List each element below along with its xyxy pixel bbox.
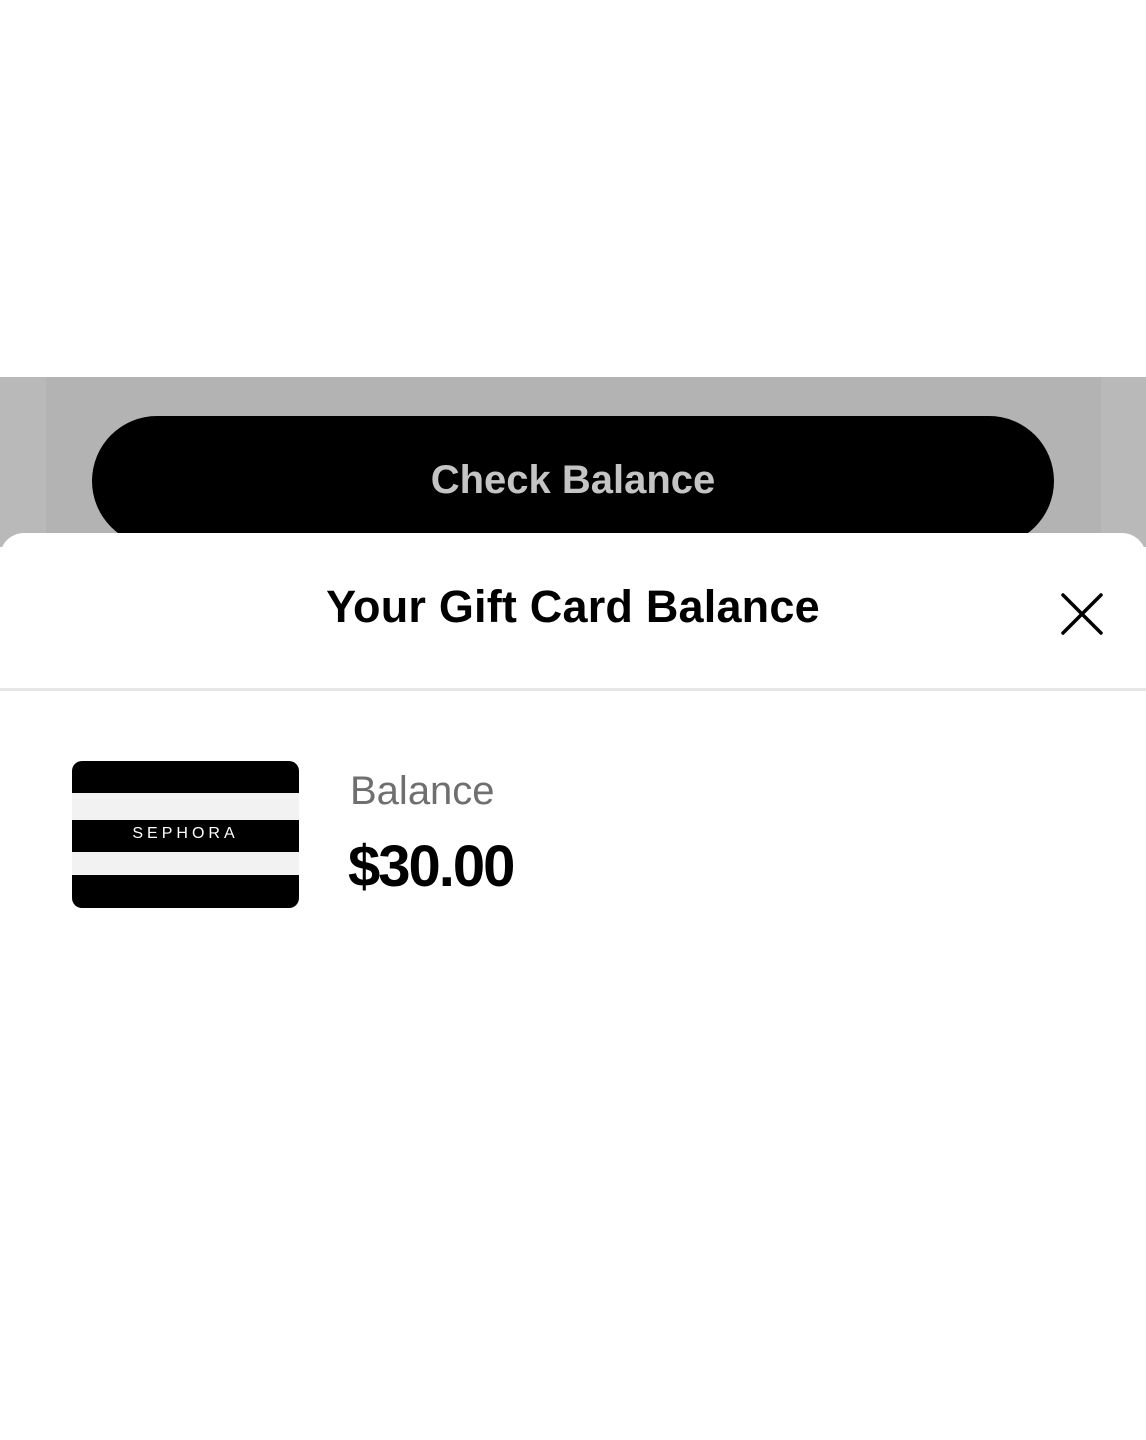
close-button[interactable]	[1055, 587, 1109, 641]
gift-card-stripe	[72, 852, 299, 875]
close-icon	[1061, 593, 1103, 635]
page-background	[0, 0, 1146, 377]
gift-card-balance-sheet: Your Gift Card Balance SEPHORA Balance $…	[0, 533, 1146, 1440]
sheet-title: Your Gift Card Balance	[326, 581, 820, 632]
gift-card-stripe	[72, 793, 299, 820]
gift-card-brand-logo: SEPHORA	[132, 825, 239, 842]
balance-label: Balance	[350, 769, 495, 813]
gift-card-image: SEPHORA	[72, 761, 299, 908]
sheet-header: Your Gift Card Balance	[0, 533, 1146, 691]
check-balance-button[interactable]: Check Balance	[92, 416, 1054, 546]
balance-amount: $30.00	[348, 834, 515, 899]
